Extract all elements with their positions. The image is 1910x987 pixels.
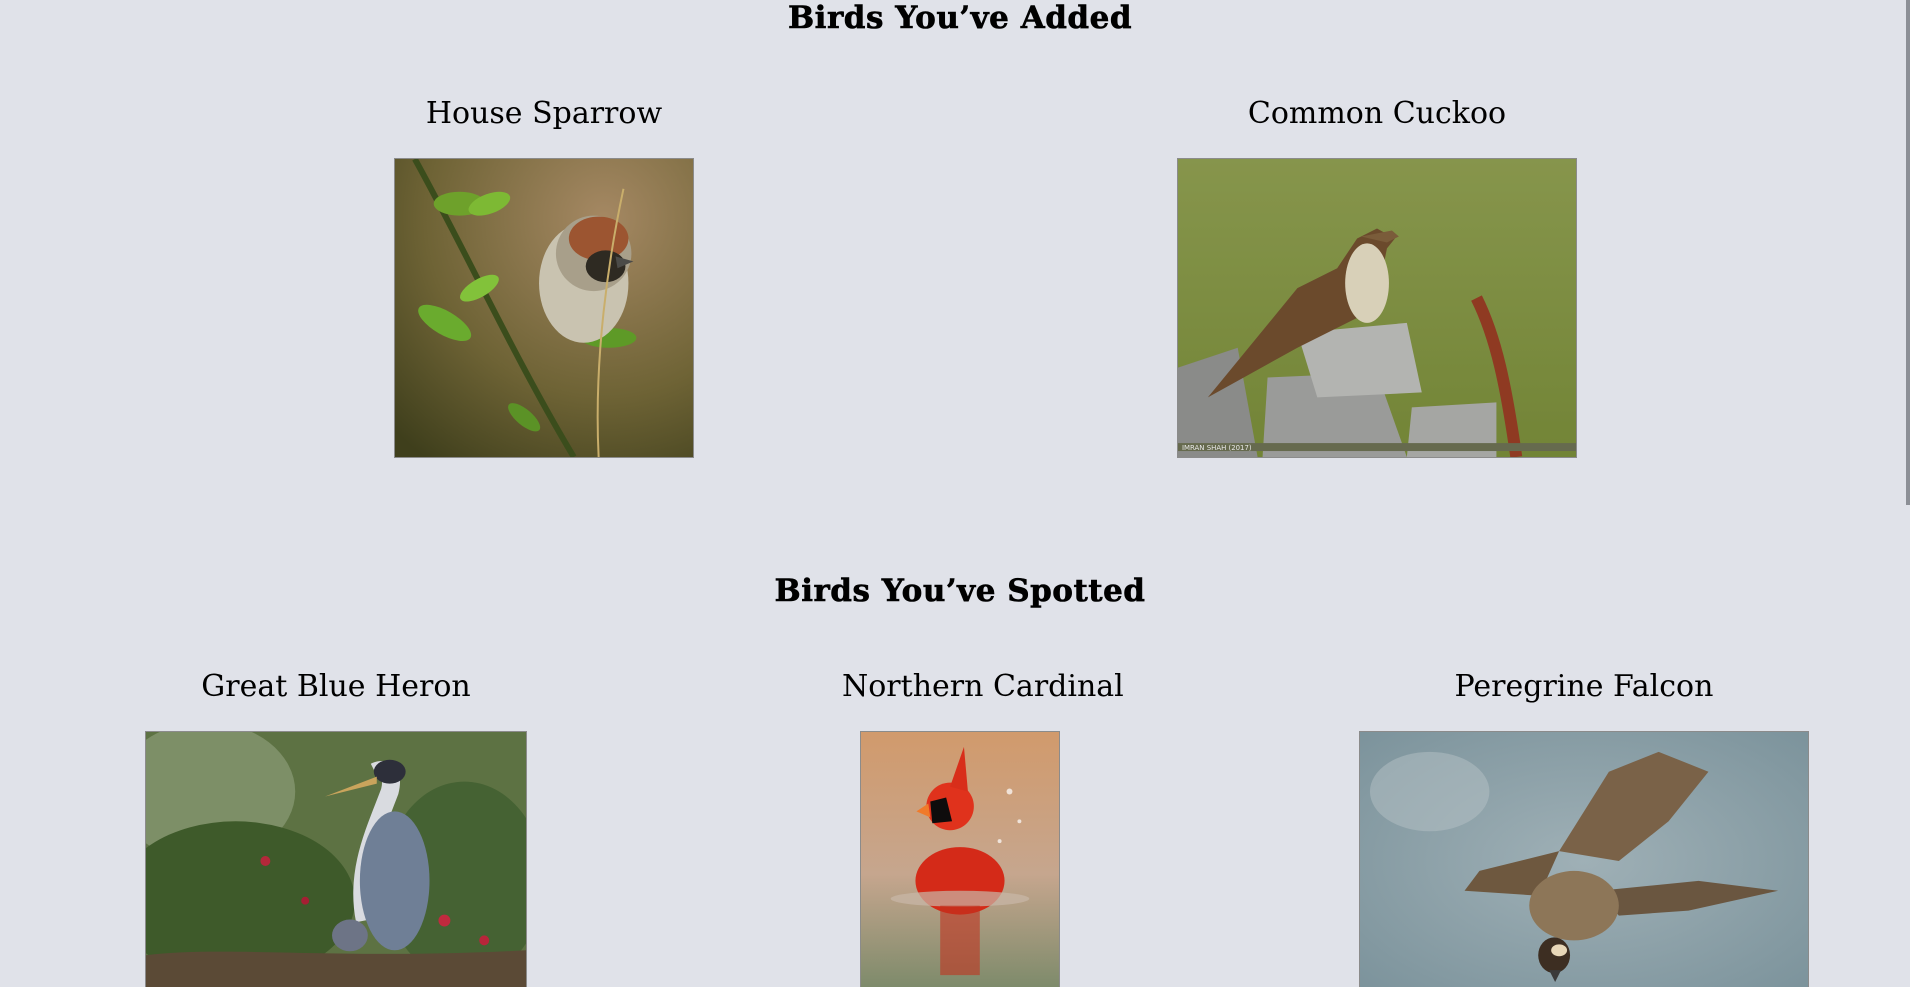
bird-card-house-sparrow[interactable]: House Sparrow bbox=[394, 96, 694, 460]
northern-cardinal-photo[interactable] bbox=[860, 731, 1060, 987]
bird-name: House Sparrow bbox=[425, 96, 663, 131]
scrollbar[interactable] bbox=[1906, 0, 1910, 505]
birds-page: Birds You’ve Added House Sparrow Common … bbox=[0, 0, 1910, 987]
birds-spotted-heading: Birds You’ve Spotted bbox=[774, 573, 1146, 610]
bird-card-common-cuckoo[interactable]: Common Cuckoo IMRAN SHAH (2017) bbox=[1177, 96, 1577, 460]
birds-added-heading: Birds You’ve Added bbox=[787, 0, 1132, 36]
bird-name: Great Blue Heron bbox=[201, 669, 471, 704]
great-blue-heron-photo[interactable] bbox=[145, 731, 527, 987]
bird-name: Northern Cardinal bbox=[842, 669, 1124, 704]
bird-card-peregrine-falcon[interactable]: Peregrine Falcon bbox=[1359, 669, 1809, 987]
peregrine-falcon-photo[interactable] bbox=[1359, 731, 1809, 987]
bird-card-northern-cardinal[interactable]: Northern Cardinal bbox=[842, 669, 1124, 987]
common-cuckoo-photo[interactable]: IMRAN SHAH (2017) bbox=[1177, 158, 1577, 458]
house-sparrow-photo[interactable] bbox=[394, 158, 694, 458]
bird-name: Peregrine Falcon bbox=[1454, 669, 1714, 704]
bird-card-great-blue-heron[interactable]: Great Blue Heron bbox=[145, 669, 527, 987]
photo-credit-text: IMRAN SHAH (2017) bbox=[1182, 444, 1252, 452]
bird-name: Common Cuckoo bbox=[1247, 96, 1507, 131]
